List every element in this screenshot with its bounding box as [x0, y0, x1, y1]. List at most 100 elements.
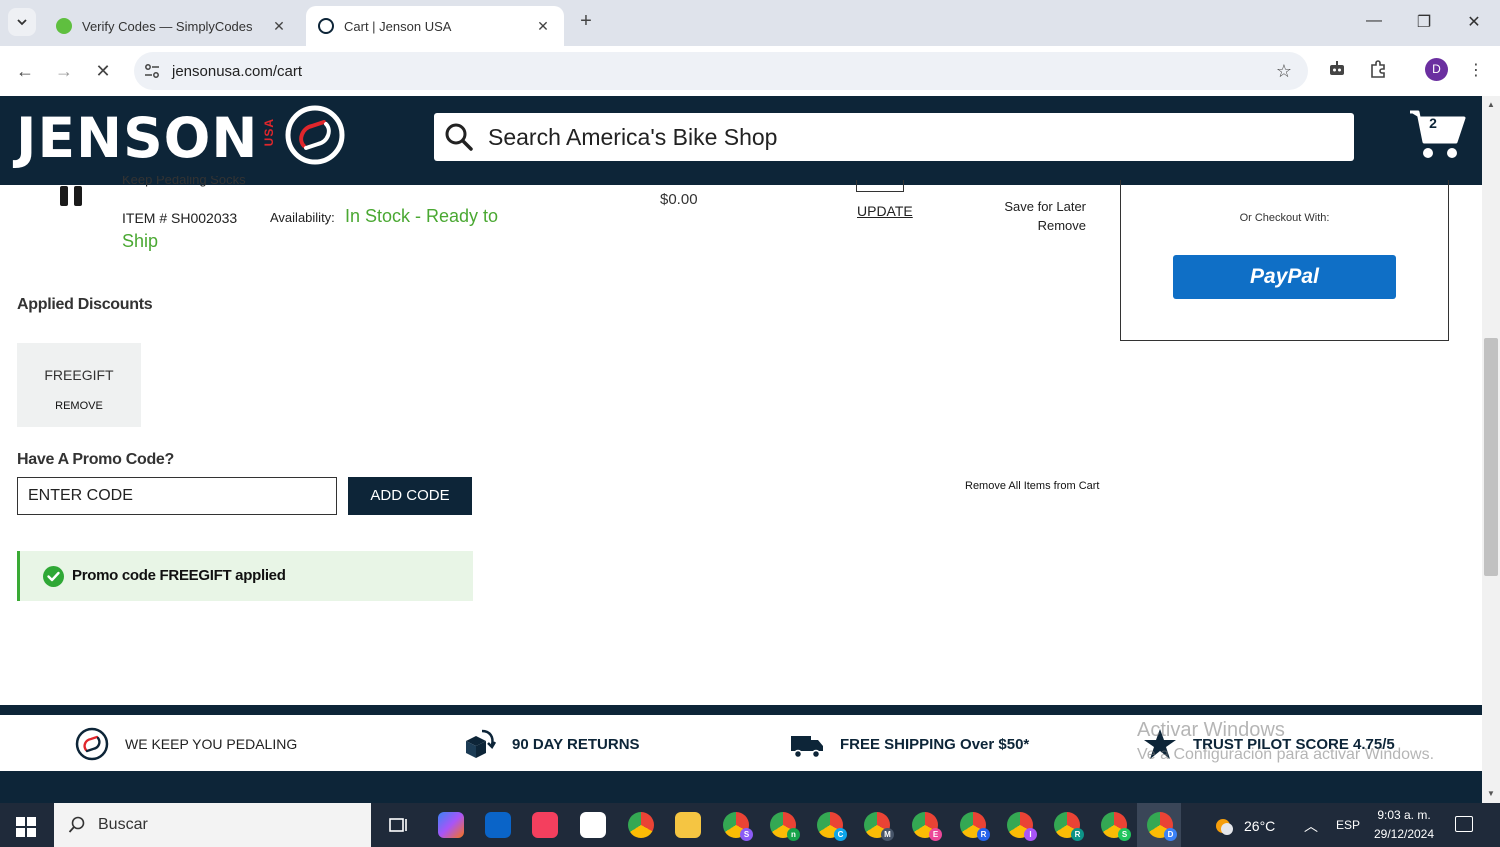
discount-code: FREEGIFT [44, 367, 114, 383]
file-explorer-icon[interactable] [675, 812, 701, 838]
microsoft-store-icon[interactable] [580, 812, 606, 838]
profile-badge: R [1071, 828, 1084, 841]
show-hidden-icons-chevron-icon[interactable]: ︿ [1304, 816, 1318, 836]
profile-badge: D [1164, 828, 1177, 841]
chrome-profile-icon[interactable]: S [1101, 812, 1131, 841]
feature-text: FREE SHIPPING Over $50* [840, 735, 1030, 753]
pedal-logo-icon [75, 727, 109, 761]
chrome-profile-icon[interactable]: D [1147, 812, 1177, 841]
or-checkout-label: Or Checkout With: [1239, 212, 1330, 224]
url-text: jensonusa.com/cart [172, 62, 303, 80]
restore-icon[interactable]: ❐ [1412, 12, 1436, 32]
browser-tab-bar: Verify Codes — SimplyCodes ✕ Cart | Jens… [0, 0, 1500, 46]
chrome-profile-icon[interactable]: n [770, 812, 800, 841]
product-thumbnail[interactable] [58, 186, 86, 208]
address-bar[interactable]: jensonusa.com/cart ☆ [134, 52, 1308, 90]
profile-badge: S [740, 828, 753, 841]
cart-count-badge: 2 [1429, 115, 1437, 131]
close-tab-icon[interactable]: ✕ [270, 18, 288, 35]
search-icon[interactable] [444, 122, 474, 152]
item-number: ITEM # SH002033 [122, 210, 238, 226]
profile-badge: R [977, 828, 990, 841]
weather-sun-icon [1216, 819, 1233, 835]
close-tab-icon[interactable]: ✕ [534, 18, 552, 35]
clock-date[interactable]: 29/12/2024 [1364, 827, 1444, 841]
logo-usa-text: USA [262, 118, 276, 147]
paypal-checkout-button[interactable]: PayPal [1173, 255, 1396, 299]
bookmark-star-icon[interactable]: ☆ [1276, 61, 1292, 82]
chrome-profile-icon[interactable]: E [912, 812, 942, 841]
close-window-icon[interactable]: ✕ [1462, 12, 1486, 32]
availability-status: In Stock - Ready to [345, 206, 499, 226]
taskbar-search-label: Buscar [98, 816, 148, 833]
remove-all-items-link[interactable]: Remove All Items from Cart [965, 480, 1099, 492]
chrome-profile-icon[interactable]: I [1007, 812, 1037, 841]
discount-card [17, 343, 141, 427]
chrome-profile-icon[interactable]: R [960, 812, 990, 841]
site-header: JENSON USA 2 [0, 96, 1482, 185]
feature-text: WE KEEP YOU PEDALING [125, 736, 298, 752]
task-view-icon[interactable] [386, 812, 412, 838]
product-name[interactable]: Keep Pedaling Socks [122, 176, 246, 188]
footer-divider-bar [0, 705, 1482, 715]
remove-discount-link[interactable]: REMOVE [17, 400, 141, 412]
save-for-later-link[interactable]: Save for Later [990, 199, 1086, 214]
box-return-icon [466, 729, 496, 758]
truck-icon [791, 736, 823, 759]
feature-text: 90 DAY RETURNS [512, 735, 640, 753]
minimize-icon[interactable]: — [1362, 12, 1386, 30]
scroll-down-arrow-icon[interactable]: ▼ [1482, 789, 1500, 798]
tab-simplycodes[interactable]: Verify Codes — SimplyCodes ✕ [44, 6, 300, 46]
site-settings-icon[interactable] [144, 63, 160, 79]
jenson-logo[interactable]: JENSON [16, 106, 258, 170]
add-code-button[interactable]: ADD CODE [348, 477, 472, 515]
chrome-profile-icon[interactable]: M [864, 812, 894, 841]
feature-keep-pedaling: WE KEEP YOU PEDALING [75, 727, 297, 761]
promo-applied-alert: Promo code FREEGIFT applied [17, 551, 473, 601]
chrome-profile-icon[interactable]: S [723, 812, 753, 841]
forward-icon[interactable]: → [51, 58, 77, 84]
remove-item-link[interactable]: Remove [990, 218, 1086, 233]
update-quantity-link[interactable]: UPDATE [857, 203, 913, 219]
clock-time[interactable]: 9:03 a. m. [1364, 808, 1444, 822]
cart-button[interactable]: 2 [1404, 106, 1468, 162]
browser-menu-icon[interactable]: ⋮ [1464, 59, 1488, 83]
music-app-icon[interactable] [532, 812, 558, 838]
chrome-icon[interactable] [628, 812, 654, 838]
weather-widget[interactable]: 26°C [1212, 815, 1275, 837]
profile-badge: M [881, 828, 894, 841]
profile-badge: S [1118, 828, 1131, 841]
tab-title: Verify Codes — SimplyCodes [82, 18, 253, 34]
input-language[interactable]: ESP [1336, 818, 1360, 832]
search-input[interactable] [488, 123, 1328, 151]
site-search-bar[interactable] [434, 113, 1354, 161]
promo-code-heading: Have A Promo Code? [17, 451, 174, 468]
windows-taskbar: Buscar S n C M E R I R S D 26°C ︿ ESP 9:… [0, 803, 1500, 847]
chrome-profile-icon[interactable]: C [817, 812, 847, 841]
browser-toolbar: ← → ✕ jensonusa.com/cart ☆ ⋮ [0, 46, 1500, 96]
scrollbar-thumb[interactable] [1484, 338, 1498, 576]
tab-search-dropdown[interactable] [8, 8, 36, 36]
profile-badge: E [929, 828, 942, 841]
scroll-up-arrow-icon[interactable]: ▲ [1482, 100, 1500, 109]
feature-free-shipping: FREE SHIPPING Over $50* [790, 727, 1029, 761]
notification-center-icon[interactable] [1455, 816, 1473, 832]
feature-returns: 90 DAY RETURNS [462, 727, 640, 761]
outlook-icon[interactable] [485, 812, 511, 838]
chevron-down-icon [17, 19, 27, 26]
extensions-puzzle-icon[interactable] [1366, 59, 1390, 83]
copilot-icon[interactable] [438, 812, 464, 838]
taskbar-search[interactable]: Buscar [54, 803, 371, 847]
tab-jenson-cart[interactable]: Cart | Jenson USA ✕ [306, 6, 564, 46]
promo-code-input[interactable] [17, 477, 337, 515]
footer-bottom-bar [0, 771, 1482, 803]
jenson-pedal-logo-icon[interactable] [284, 104, 346, 166]
quantity-input[interactable] [856, 180, 904, 192]
back-icon[interactable]: ← [12, 58, 38, 84]
profile-avatar[interactable]: D [1425, 58, 1448, 81]
new-tab-button[interactable]: + [574, 10, 598, 33]
windows-start-icon[interactable] [16, 817, 36, 837]
stop-loading-icon[interactable]: ✕ [90, 58, 116, 84]
assistant-robot-icon[interactable] [1325, 59, 1349, 83]
chrome-profile-icon[interactable]: R [1054, 812, 1084, 841]
